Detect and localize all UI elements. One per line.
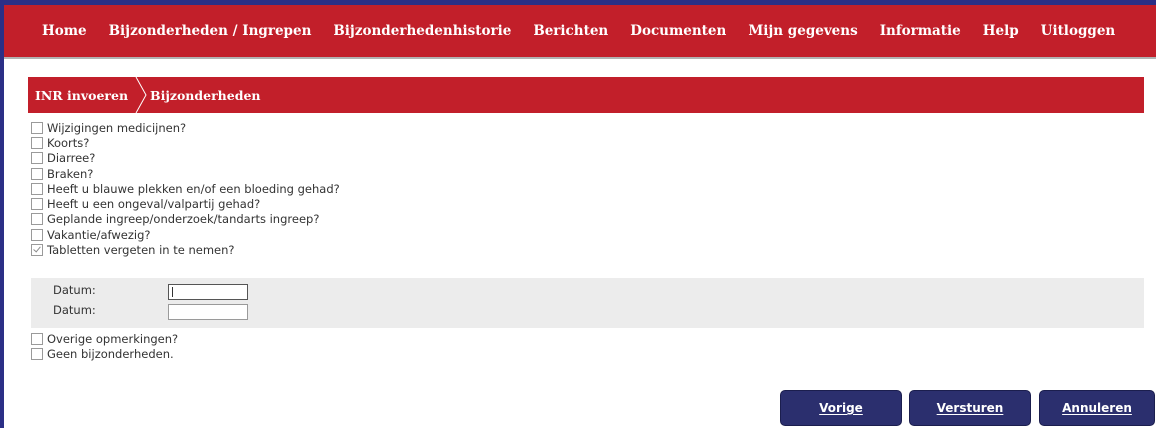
top-navigation: Home Bijzonderheden / Ingrepen Bijzonder… (4, 5, 1156, 59)
checkbox-label: Heeft u een ongeval/valpartij gehad? (47, 197, 261, 212)
checkbox-checked[interactable] (31, 244, 43, 257)
datum-label: Datum: (53, 303, 96, 317)
check-row-ongeval[interactable]: Heeft u een ongeval/valpartij gehad? (31, 196, 340, 211)
breadcrumb-step-inr-invoeren[interactable]: INR invoeren (35, 88, 128, 103)
nav-mijn-gegevens[interactable]: Mijn gegevens (748, 23, 857, 39)
checkbox-label: Wijzigingen medicijnen? (47, 120, 187, 135)
checkbox[interactable] (31, 332, 43, 345)
datum-input-1[interactable] (168, 284, 248, 300)
check-row-koorts[interactable]: Koorts? (31, 135, 340, 150)
datum-row-2: Datum: (53, 303, 96, 317)
checkbox-label: Overige opmerkingen? (47, 331, 179, 346)
datum-row-1: Datum: (53, 283, 96, 297)
window-frame-left (0, 0, 4, 428)
checkbox[interactable] (31, 121, 43, 134)
vorige-button-label: Vorige (819, 401, 863, 415)
vorige-button[interactable]: Vorige (780, 390, 902, 426)
checkbox-label: Geplande ingreep/onderzoek/tandarts ingr… (47, 212, 320, 227)
checkbox-label: Diarree? (47, 151, 96, 166)
checkbox-label: Heeft u blauwe plekken en/of een bloedin… (47, 181, 340, 196)
breadcrumb-chevron-icon (135, 77, 147, 113)
breadcrumb-step-bijzonderheden: Bijzonderheden (150, 87, 261, 103)
checkbox[interactable] (31, 152, 43, 165)
datum-panel: Datum: Datum: (31, 278, 1144, 328)
nav-bijzonderheden-ingrepen[interactable]: Bijzonderheden / Ingrepen (109, 23, 312, 39)
check-row-wijzigingen-medicijnen[interactable]: Wijzigingen medicijnen? (31, 120, 340, 135)
nav-bijzonderhedenhistorie[interactable]: Bijzonderhedenhistorie (333, 23, 511, 39)
nav-berichten[interactable]: Berichten (533, 23, 608, 39)
checkbox[interactable] (31, 213, 43, 226)
check-row-braken[interactable]: Braken? (31, 166, 340, 181)
checkbox-label: Braken? (47, 166, 94, 181)
check-row-overige-opmerkingen[interactable]: Overige opmerkingen? (31, 331, 178, 346)
versturen-button[interactable]: Versturen (909, 390, 1031, 426)
versturen-button-label: Versturen (936, 401, 1004, 415)
checkbox[interactable] (31, 198, 43, 211)
check-row-geplande-ingreep[interactable]: Geplande ingreep/onderzoek/tandarts ingr… (31, 212, 340, 227)
check-row-vakantie[interactable]: Vakantie/afwezig? (31, 227, 340, 242)
nav-documenten[interactable]: Documenten (630, 23, 726, 39)
checkbox[interactable] (31, 347, 43, 360)
bijzonderheden-checklist: Wijzigingen medicijnen? Koorts? Diarree?… (31, 120, 340, 258)
check-row-geen-bijzonderheden[interactable]: Geen bijzonderheden. (31, 346, 178, 361)
datum-input-2[interactable] (168, 304, 248, 320)
checkbox-label: Vakantie/afwezig? (47, 227, 151, 242)
breadcrumb: INR invoeren Bijzonderheden (28, 77, 1144, 113)
check-row-tabletten-vergeten[interactable]: Tabletten vergeten in te nemen? (31, 242, 340, 257)
check-row-blauwe-plekken[interactable]: Heeft u blauwe plekken en/of een bloedin… (31, 181, 340, 196)
bijzonderheden-checklist-extra: Overige opmerkingen? Geen bijzonderheden… (31, 331, 178, 362)
check-row-diarree[interactable]: Diarree? (31, 151, 340, 166)
checkbox[interactable] (31, 182, 43, 195)
checkbox-label: Tabletten vergeten in te nemen? (47, 243, 235, 258)
datum-label: Datum: (53, 283, 96, 297)
checkbox[interactable] (31, 228, 43, 241)
nav-uitloggen[interactable]: Uitloggen (1041, 23, 1116, 39)
annuleren-button[interactable]: Annuleren (1039, 390, 1155, 426)
nav-home[interactable]: Home (42, 23, 87, 39)
annuleren-button-label: Annuleren (1062, 401, 1132, 415)
checkbox-label: Geen bijzonderheden. (47, 346, 174, 361)
nav-help[interactable]: Help (983, 23, 1019, 39)
checkbox-label: Koorts? (47, 135, 90, 150)
nav-informatie[interactable]: Informatie (880, 23, 961, 39)
checkbox[interactable] (31, 136, 43, 149)
checkbox[interactable] (31, 167, 43, 180)
